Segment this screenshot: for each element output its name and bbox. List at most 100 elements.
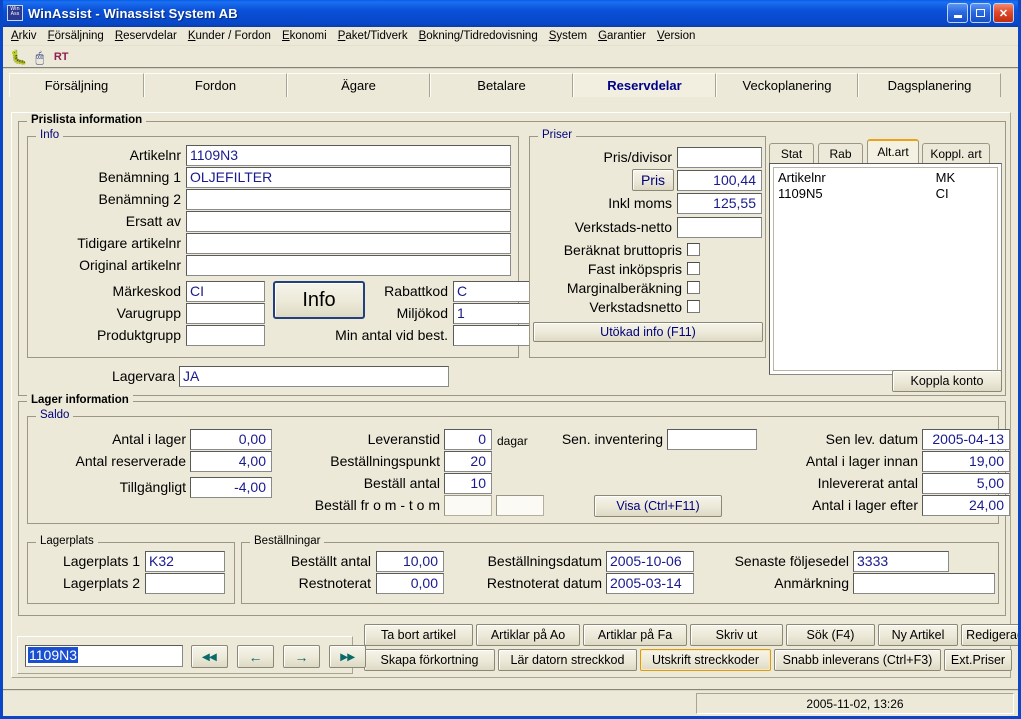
field-bestallningsdatum[interactable]: 2005-10-06 bbox=[606, 551, 694, 572]
checkbox-beraknat-bruttopris[interactable] bbox=[687, 243, 700, 256]
label-tidigare-artikelnr: Tidigare artikelnr bbox=[77, 235, 181, 251]
menu-item-forsaljning[interactable]: Försäljning bbox=[48, 30, 104, 42]
button-snabb-inleverans[interactable]: Snabb inleverans (Ctrl+F3) bbox=[774, 649, 941, 671]
field-miljokod[interactable]: 1 bbox=[453, 303, 530, 324]
field-inlevererat-antal[interactable]: 5,00 bbox=[922, 473, 1010, 494]
search-input[interactable]: 1109N3 bbox=[25, 645, 183, 667]
tab-agare[interactable]: Ägare bbox=[287, 73, 430, 97]
field-benamning1[interactable]: OLJEFILTER bbox=[186, 167, 511, 188]
tab-dagsplanering[interactable]: Dagsplanering bbox=[858, 73, 1001, 97]
button-artiklar-pa-ao[interactable]: Artiklar på Ao bbox=[476, 624, 580, 646]
maximize-button[interactable] bbox=[970, 3, 991, 23]
field-artikelnr[interactable]: 1109N3 bbox=[186, 145, 511, 166]
field-restnoterat-datum[interactable]: 2005-03-14 bbox=[606, 573, 694, 594]
list-tab-koppl-art[interactable]: Koppl. art bbox=[922, 143, 990, 163]
field-bestall-antal[interactable]: 10 bbox=[444, 473, 492, 494]
menu-item-version[interactable]: Version bbox=[657, 30, 695, 42]
visa-button[interactable]: Visa (Ctrl+F11) bbox=[594, 495, 722, 517]
label-sen-lev-datum: Sen lev. datum bbox=[825, 431, 918, 447]
menu-item-bokning-tidredovisning[interactable]: Bokning/Tidredovisning bbox=[419, 30, 538, 42]
label-artikelnr: Artikelnr bbox=[129, 147, 181, 163]
tab-fordon[interactable]: Fordon bbox=[144, 73, 287, 97]
button-utskrift-streckkoder[interactable]: Utskrift streckkoder bbox=[640, 649, 771, 671]
field-lagerplats1[interactable]: K32 bbox=[145, 551, 225, 572]
next-record-button[interactable]: → bbox=[283, 645, 320, 668]
field-antal-i-lager-innan[interactable]: 19,00 bbox=[922, 451, 1010, 472]
checkbox-marginalberakning[interactable] bbox=[687, 281, 700, 294]
label-ersatt-av: Ersatt av bbox=[125, 213, 181, 229]
menu-item-reservdelar[interactable]: Reservdelar bbox=[115, 30, 177, 42]
alt-article-listbox[interactable]: Artikelnr MK 1109N5 CI bbox=[769, 163, 1002, 375]
menu-item-kunder-fordon[interactable]: Kunder / Fordon bbox=[188, 30, 271, 42]
menu-item-ekonomi[interactable]: Ekonomi bbox=[282, 30, 327, 42]
pris-button[interactable]: Pris bbox=[632, 169, 674, 191]
field-ersatt-av[interactable] bbox=[186, 211, 511, 232]
field-benamning2[interactable] bbox=[186, 189, 511, 210]
menu-item-garantier[interactable]: Garantier bbox=[598, 30, 646, 42]
button-lar-datorn-streckkod[interactable]: Lär datorn streckkod bbox=[498, 649, 637, 671]
close-button[interactable]: ✕ bbox=[993, 3, 1014, 23]
field-varugrupp[interactable] bbox=[186, 303, 265, 324]
field-bestall-tom[interactable] bbox=[496, 495, 544, 516]
button-skapa-forkortning[interactable]: Skapa förkortning bbox=[364, 649, 495, 671]
field-antal-reserverade[interactable]: 4,00 bbox=[190, 451, 272, 472]
list-tab-stat[interactable]: Stat bbox=[769, 143, 814, 163]
menu-item-arkiv[interactable]: AArkivrkiv bbox=[11, 30, 37, 42]
bug-icon[interactable]: 🐛 bbox=[10, 50, 27, 64]
field-lagerplats2[interactable] bbox=[145, 573, 225, 594]
group-saldo-caption: Saldo bbox=[36, 409, 74, 421]
minimize-button[interactable] bbox=[947, 3, 968, 23]
field-tidigare-artikelnr[interactable] bbox=[186, 233, 511, 254]
koppla-konto-button[interactable]: Koppla konto bbox=[892, 370, 1002, 392]
group-priser: Priser Pris/divisor Pris 100,44 Inkl mom… bbox=[529, 129, 766, 358]
field-restnoterat[interactable]: 0,00 bbox=[376, 573, 444, 594]
field-original-artikelnr[interactable] bbox=[186, 255, 511, 276]
tab-veckoplanering[interactable]: Veckoplanering bbox=[716, 73, 858, 97]
field-verkstads-netto[interactable] bbox=[677, 217, 762, 238]
field-inkl-moms[interactable]: 125,55 bbox=[677, 193, 762, 214]
utokad-info-button[interactable]: Utökad info (F11) bbox=[533, 322, 763, 342]
menu-item-system[interactable]: System bbox=[549, 30, 587, 42]
last-record-button[interactable]: ▸▸ bbox=[329, 645, 366, 668]
checkbox-verkstadsnetto[interactable] bbox=[687, 300, 700, 313]
field-pris-divisor[interactable] bbox=[677, 147, 762, 168]
field-bestallningspunkt[interactable]: 20 bbox=[444, 451, 492, 472]
field-pris[interactable]: 100,44 bbox=[677, 170, 762, 191]
tab-forsaljning[interactable]: Försäljning bbox=[9, 73, 144, 97]
field-sen-lev-datum[interactable]: 2005-04-13 bbox=[922, 429, 1010, 450]
checkbox-fast-inkopspris[interactable] bbox=[687, 262, 700, 275]
field-rabattkod[interactable]: C bbox=[453, 281, 530, 302]
main-tabs: Försäljning Fordon Ägare Betalare Reserv… bbox=[3, 69, 1018, 97]
button-artiklar-pa-fa[interactable]: Artiklar på Fa bbox=[583, 624, 687, 646]
tab-betalare[interactable]: Betalare bbox=[430, 73, 573, 97]
field-bestallt-antal[interactable]: 10,00 bbox=[376, 551, 444, 572]
field-tillgangligt[interactable]: -4,00 bbox=[190, 477, 272, 498]
mouse-icon[interactable]: 🖱 bbox=[35, 50, 43, 64]
button-ext-priser[interactable]: Ext.Priser bbox=[944, 649, 1012, 671]
table-row[interactable]: 1109N5 CI bbox=[774, 186, 997, 201]
field-lagervara[interactable]: JA bbox=[179, 366, 449, 387]
field-markeskod[interactable]: CI bbox=[186, 281, 265, 302]
menu-item-paket-tidverk[interactable]: Paket/Tidverk bbox=[338, 30, 408, 42]
group-priser-caption: Priser bbox=[538, 129, 577, 141]
first-record-button[interactable]: ◂◂ bbox=[191, 645, 228, 668]
button-redigera-f3[interactable]: Redigera(F3) bbox=[961, 624, 1018, 646]
list-tab-rab[interactable]: Rab bbox=[818, 143, 863, 163]
previous-record-button[interactable]: ← bbox=[237, 645, 274, 668]
field-antal-i-lager-efter[interactable]: 24,00 bbox=[922, 495, 1010, 516]
group-info: Info Artikelnr 1109N3 Benämning 1 OLJEFI… bbox=[27, 129, 530, 358]
field-leveranstid[interactable]: 0 bbox=[444, 429, 492, 450]
tab-reservdelar[interactable]: Reservdelar bbox=[573, 73, 716, 97]
list-tab-alt-art[interactable]: Alt.art bbox=[867, 139, 919, 163]
field-senaste-foljesedel[interactable]: 3333 bbox=[853, 551, 949, 572]
button-skriv-ut[interactable]: Skriv ut bbox=[690, 624, 783, 646]
button-sok-f4[interactable]: Sök (F4) bbox=[786, 624, 875, 646]
button-ny-artikel[interactable]: Ny Artikel bbox=[878, 624, 958, 646]
field-bestall-from[interactable] bbox=[444, 495, 492, 516]
field-produktgrupp[interactable] bbox=[186, 325, 265, 346]
button-ta-bort-artikel[interactable]: Ta bort artikel bbox=[364, 624, 473, 646]
field-min-antal-vid-best[interactable] bbox=[453, 325, 530, 346]
status-bar: 2005-11-02, 13:26 bbox=[3, 689, 1018, 716]
field-antal-i-lager[interactable]: 0,00 bbox=[190, 429, 272, 450]
field-anmarkning[interactable] bbox=[853, 573, 995, 594]
